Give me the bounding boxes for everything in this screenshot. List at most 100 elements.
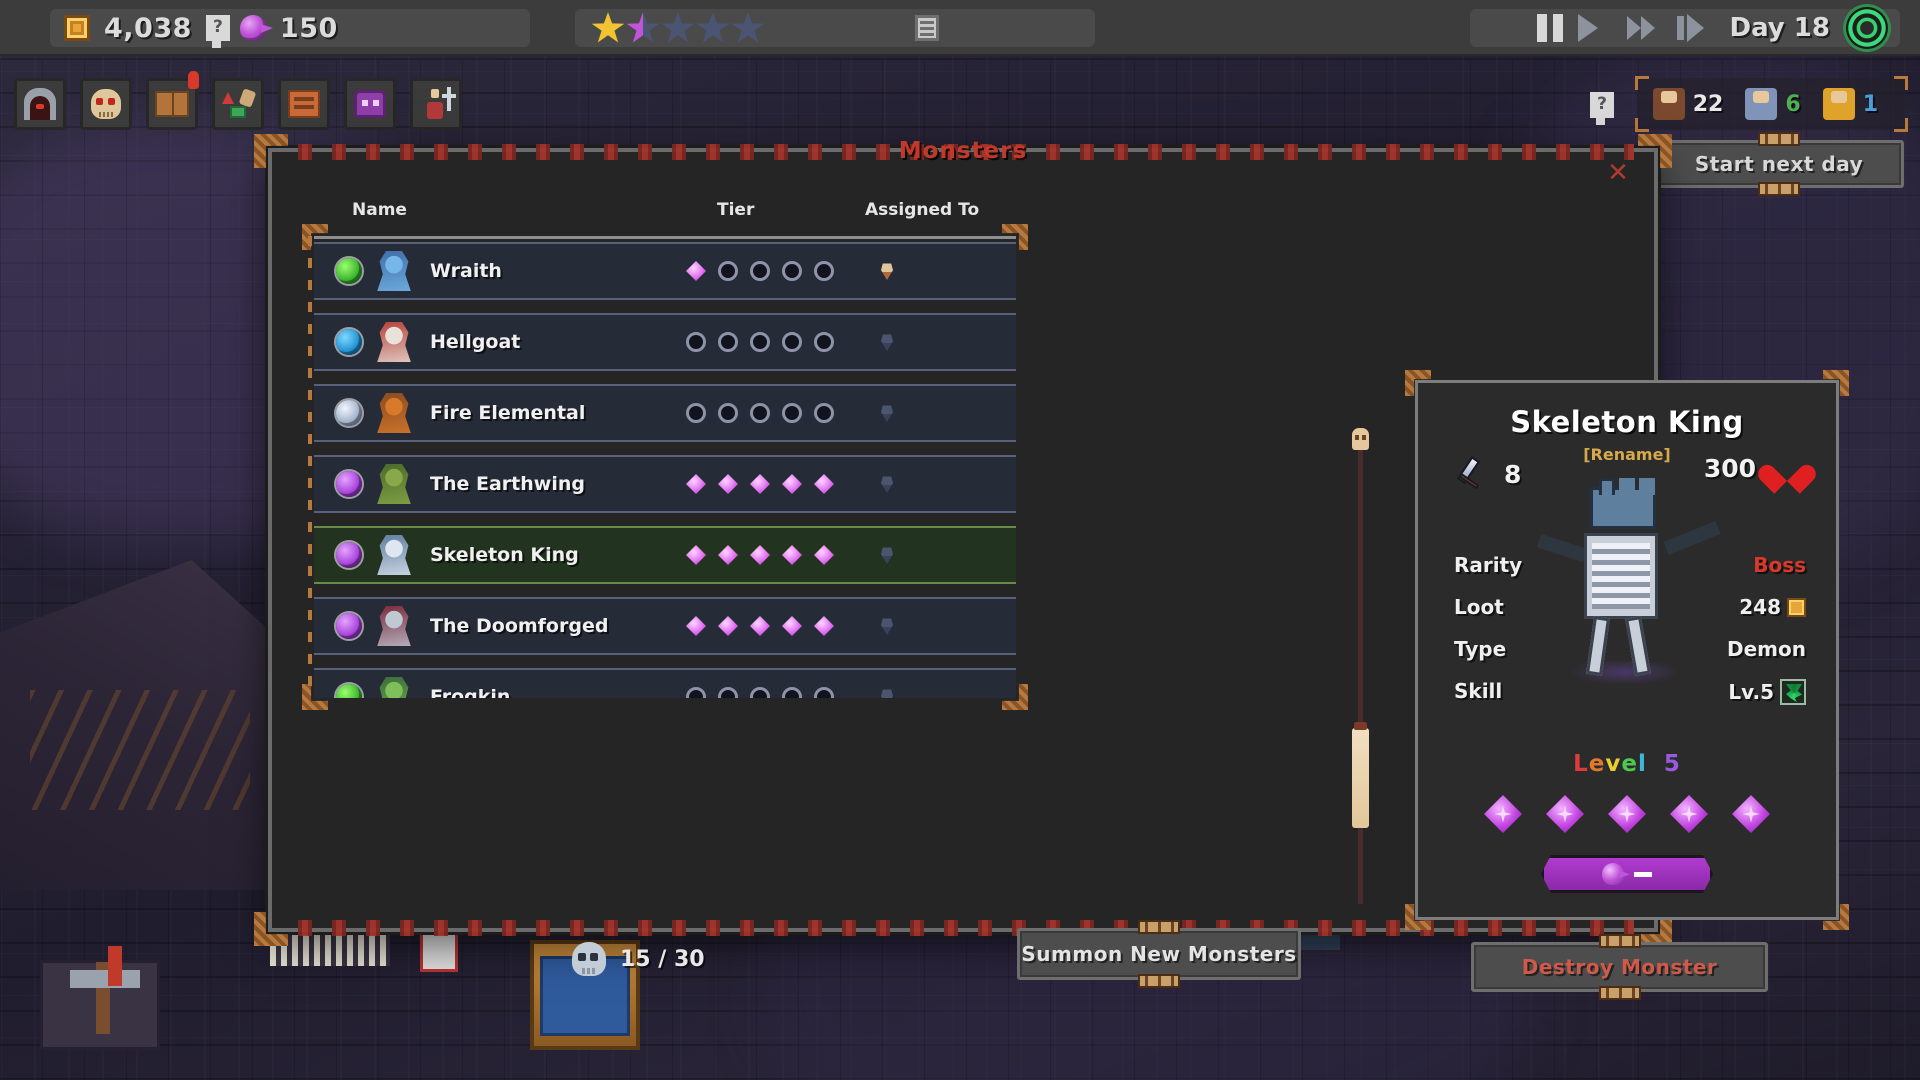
table-row[interactable]: Hellgoat [314, 313, 1016, 371]
tier-gem-empty-icon [750, 687, 770, 698]
tier-gem-filled-icon [718, 545, 738, 565]
adventurers-button[interactable] [410, 78, 462, 130]
tier-gem-filled-icon [782, 474, 802, 494]
destroy-monster-button[interactable]: Destroy Monster [1471, 934, 1768, 1000]
assigned-to-cell[interactable] [872, 475, 902, 493]
level-word-letter: L [1573, 751, 1589, 777]
dungeon-gate-button[interactable] [14, 78, 66, 130]
tornado-skill-icon[interactable] [1780, 679, 1806, 705]
dungeon-gate-icon [24, 88, 56, 120]
table-row[interactable]: Frogkin [314, 668, 1016, 698]
tier-gem-filled-icon [782, 616, 802, 636]
start-next-day-button[interactable]: Start next day [1654, 132, 1904, 196]
assigned-to-cell[interactable] [872, 617, 902, 635]
tier-gems [686, 545, 834, 565]
table-row[interactable]: The Doomforged [314, 597, 1016, 655]
earthwing-sprite [377, 464, 411, 504]
tier-gem-filled-icon [718, 616, 738, 636]
monster-name: Fire Elemental [430, 402, 586, 424]
tier-gem-filled-icon [718, 474, 738, 494]
tier-gems [686, 332, 834, 352]
assigned-to-cell[interactable] [872, 404, 902, 422]
level-word-letter: e [1621, 751, 1638, 777]
start-next-day-label: Start next day [1694, 152, 1864, 176]
scrollbar-thumb[interactable] [1352, 722, 1369, 828]
level-label: Level 5 [1418, 751, 1836, 777]
adventurer-count-item: 1 [1822, 88, 1878, 120]
monsters-button[interactable] [80, 78, 132, 130]
summon-new-monsters-button[interactable]: Summon New Monsters [1017, 920, 1301, 988]
gear-icon[interactable] [1846, 7, 1888, 49]
tier-gem-filled-icon [782, 545, 802, 565]
stats-chip-icon[interactable] [915, 15, 939, 41]
detail-monster-name: Skeleton King [1510, 405, 1744, 439]
skeleton-king-sprite [377, 535, 411, 575]
tier-gem-empty-icon [718, 687, 738, 698]
adventurer-count-item: 6 [1745, 88, 1801, 120]
rarity-orb-icon [336, 684, 362, 698]
table-row[interactable]: The Earthwing [314, 455, 1016, 513]
adventurer-blue-icon [1745, 88, 1778, 120]
soul-orb-icon [239, 15, 266, 41]
gold-amount: 4,038 [104, 12, 192, 44]
frogkin-sprite [377, 677, 411, 698]
research-button[interactable] [146, 71, 199, 130]
tier-gem-empty-icon [750, 332, 770, 352]
soul-orb-icon [1602, 863, 1624, 885]
gold-coin-icon [64, 15, 90, 41]
scrollbar-track[interactable] [1358, 442, 1363, 904]
adventurer-brown-count: 22 [1692, 91, 1724, 117]
play-button[interactable] [1565, 8, 1611, 48]
tier-gem-empty-icon [686, 687, 706, 698]
tier-gem-empty-icon [814, 261, 834, 281]
monster-name: Wraith [430, 260, 502, 282]
tier-gem-empty-icon [750, 403, 770, 423]
list-column-headers: Name Tier Assigned To [352, 200, 994, 226]
help-bubble-icon[interactable]: ? [205, 15, 230, 48]
pause-button[interactable] [1519, 8, 1565, 48]
tier-gem-filled-icon [814, 545, 834, 565]
table-row[interactable]: Skeleton King [314, 526, 1016, 584]
table-row[interactable]: Fire Elemental [314, 384, 1016, 442]
assigned-to-cell[interactable] [872, 688, 902, 698]
wood-rails-prop [30, 690, 250, 810]
rarity-orb-icon [336, 542, 362, 568]
health-value: 300 [1703, 454, 1756, 483]
adventurer-count-panel: 22 6 1 [1634, 76, 1908, 132]
traps-button[interactable] [212, 78, 264, 130]
skull-scroll-cap-icon [1352, 428, 1369, 450]
tier-gem-empty-icon [782, 332, 802, 352]
currency-panel: 4,038 ? 150 [50, 9, 530, 48]
tier-gem-filled-icon [750, 474, 770, 494]
detail-stat-row: Rarity Boss [1454, 547, 1806, 589]
stat-value: Boss [1753, 553, 1806, 577]
help-bubble-icon[interactable]: ? [1590, 92, 1614, 125]
step-forward-button[interactable] [1657, 8, 1704, 48]
tier-gem-empty-icon [814, 403, 834, 423]
stat-value-text: 248 [1739, 595, 1781, 619]
assigned-to-cell[interactable] [872, 262, 902, 280]
list-scrollbar[interactable] [1352, 428, 1369, 918]
assigned-to-cell[interactable] [872, 546, 902, 564]
assigned-to-cell[interactable] [872, 333, 902, 351]
tier-gem-empty-icon [686, 332, 706, 352]
stat-label: Loot [1454, 595, 1504, 619]
level-word-letter: v [1605, 751, 1622, 777]
stat-value: 248 [1739, 595, 1806, 619]
fast-forward-button[interactable] [1611, 8, 1657, 48]
top-bar: 4,038 ? 150 Day 18 [0, 0, 1920, 56]
treasure-button[interactable] [344, 78, 396, 130]
tier-gem-filled-icon [686, 545, 706, 565]
time-control-panel: Day 18 [1470, 7, 1900, 49]
column-header-tier: Tier [717, 200, 755, 220]
detail-stat-row: Type Demon [1454, 631, 1806, 673]
level-gem-icon [1484, 795, 1522, 833]
upgrade-cost-button[interactable] [1541, 855, 1713, 893]
reputation-star-icon [696, 12, 730, 43]
close-icon[interactable]: ✕ [1606, 160, 1630, 186]
quests-button[interactable] [278, 78, 330, 130]
tier-gem-empty-icon [782, 261, 802, 281]
table-row[interactable]: Wraith [314, 242, 1016, 300]
summon-label: Summon New Monsters [1021, 942, 1297, 966]
skull-icon [91, 89, 121, 119]
